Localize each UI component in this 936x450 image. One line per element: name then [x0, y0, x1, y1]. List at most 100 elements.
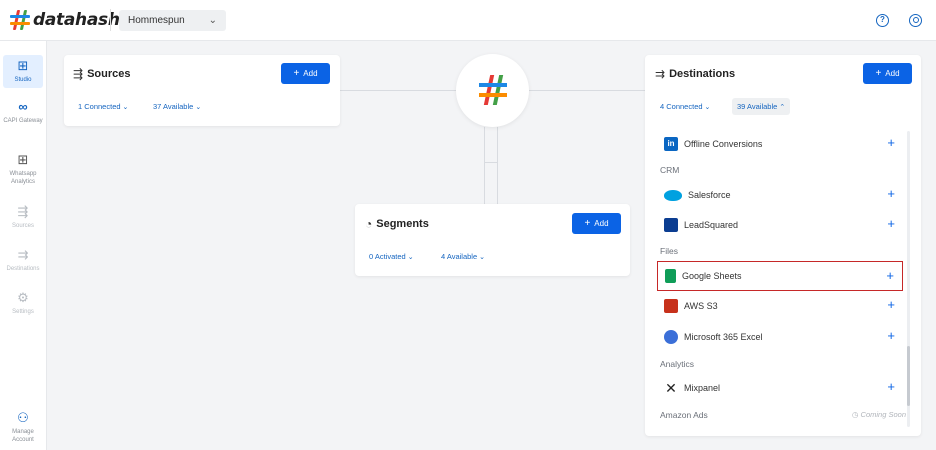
destinations-title-text: Destinations	[669, 68, 736, 80]
help-icon[interactable]: ?	[876, 14, 889, 27]
destinations-add-button[interactable]: + Add	[863, 63, 912, 84]
sidebar-item-label: Settings	[12, 309, 34, 315]
segments-pie-icon: ◔	[365, 217, 373, 231]
sidebar-item-label: Destinations	[6, 266, 40, 272]
destinations-title: ⇉ Destinations	[655, 67, 735, 81]
sources-title-text: Sources	[87, 68, 131, 80]
manage-account-icon: ⚇	[17, 410, 29, 425]
linkedin-icon: in	[664, 137, 678, 151]
header-divider	[110, 9, 111, 31]
logo-text: datahash	[33, 10, 120, 30]
aws-s3-icon	[664, 299, 678, 313]
list-item-salesforce[interactable]: Salesforce +	[657, 184, 903, 206]
chevron-down-icon: ⌄	[195, 104, 202, 111]
destinations-icon: ⇉	[655, 67, 666, 81]
sources-add-button[interactable]: + Add	[281, 63, 330, 84]
plus-icon: +	[584, 218, 591, 229]
add-plus-icon[interactable]: +	[886, 269, 894, 283]
list-item-google-sheets[interactable]: Google Sheets +	[657, 261, 903, 291]
chevron-down-icon: ⌄	[407, 254, 414, 261]
segments-activated-dropdown[interactable]: 0 Activated ⌄	[369, 252, 414, 261]
segments-add-label: Add	[594, 219, 609, 228]
destination-label: Google Sheets	[682, 271, 742, 281]
meta-icon: ∞	[18, 99, 28, 114]
whatsapp-analytics-icon: ⊞	[17, 152, 29, 167]
add-plus-icon[interactable]: +	[887, 136, 895, 150]
destinations-available-text: 39 Available	[737, 102, 778, 111]
destinations-scrollbar[interactable]	[907, 131, 910, 427]
add-plus-icon[interactable]: +	[887, 329, 895, 343]
sources-icon: ⇶	[17, 204, 29, 219]
destinations-connected-dropdown[interactable]: 4 Connected ⌄	[660, 102, 710, 111]
workspace-select[interactable]: Hommespun ⌄	[119, 10, 226, 31]
segments-title-text: Segments	[376, 218, 429, 230]
segments-available-text: 4 Available	[441, 252, 478, 261]
connector-hub-segments-right	[497, 127, 498, 204]
add-plus-icon[interactable]: +	[887, 187, 895, 201]
leadsquared-icon	[664, 218, 678, 232]
destinations-icon: ⇉	[17, 247, 29, 262]
segments-available-dropdown[interactable]: 4 Available ⌄	[441, 252, 485, 261]
segments-activated-text: 0 Activated	[369, 252, 406, 261]
top-bar: datahash Hommespun ⌄ ?	[0, 0, 936, 41]
destination-label: Offline Conversions	[684, 139, 763, 149]
list-item-aws-s3[interactable]: AWS S3 +	[657, 295, 903, 317]
connector-sources-hub	[340, 90, 456, 91]
datahash-hub[interactable]	[456, 54, 529, 127]
add-plus-icon[interactable]: +	[887, 217, 895, 231]
clock-icon: ◷	[851, 410, 859, 419]
segments-card: ◔ Segments + Add 0 Activated ⌄ 4 Available…	[355, 204, 630, 276]
datahash-logo[interactable]: datahash	[9, 8, 120, 32]
chevron-up-icon: ⌃	[779, 104, 786, 111]
plus-icon: +	[875, 68, 882, 79]
salesforce-icon	[664, 189, 682, 201]
sidebar-item-sources[interactable]: ⇶ Sources	[3, 205, 43, 235]
microsoft-365-icon	[664, 330, 678, 344]
sidebar-item-settings[interactable]: ⚙ Settings	[3, 291, 43, 321]
destinations-add-label: Add	[885, 69, 900, 78]
studio-icon: ⊞	[17, 58, 29, 73]
section-label-crm: CRM	[660, 165, 680, 175]
sources-connected-dropdown[interactable]: 1 Connected ⌄	[78, 102, 128, 111]
destinations-list: in Offline Conversions + CRM Salesforce …	[655, 131, 910, 427]
workspace-name: Hommespun	[128, 15, 185, 26]
sidebar-item-capi-gateway[interactable]: ∞ CAPI Gateway	[3, 100, 43, 136]
settings-icon: ⚙	[17, 290, 29, 305]
left-sidebar: ⊞ Studio ∞ CAPI Gateway ⊞ Whatsapp Analy…	[0, 41, 47, 450]
mixpanel-icon: ✕	[665, 380, 677, 396]
sources-card: ⇶ Sources + Add 1 Connected ⌄ 37 Available…	[64, 55, 340, 126]
coming-soon-badge: ◷ Coming Soon	[852, 410, 906, 419]
destination-label: Microsoft 365 Excel	[684, 332, 763, 342]
chevron-down-icon: ⌄	[122, 104, 129, 111]
add-plus-icon[interactable]: +	[887, 298, 895, 312]
chevron-down-icon: ⌄	[479, 254, 486, 261]
destinations-available-dropdown[interactable]: 39 Available ⌃	[732, 98, 791, 115]
connector-hub-segments-left	[484, 127, 485, 204]
destination-label: Salesforce	[688, 190, 731, 200]
coming-soon-text: Coming Soon	[860, 410, 906, 419]
google-sheets-icon	[665, 269, 676, 283]
list-item-leadsquared[interactable]: LeadSquared +	[657, 214, 903, 236]
sources-connected-text: 1 Connected	[78, 102, 121, 111]
sidebar-item-whatsapp-analytics[interactable]: ⊞ Whatsapp Analytics	[3, 153, 43, 189]
sidebar-item-studio[interactable]: ⊞ Studio	[3, 55, 43, 88]
user-account-icon[interactable]	[909, 14, 922, 27]
scrollbar-thumb[interactable]	[907, 346, 910, 406]
datahash-hub-icon	[479, 75, 507, 105]
list-item-offline-conversions[interactable]: in Offline Conversions +	[657, 133, 903, 155]
add-plus-icon[interactable]: +	[887, 380, 895, 394]
connector-hub-destinations	[529, 90, 645, 91]
chevron-down-icon: ⌄	[704, 104, 711, 111]
list-item-mixpanel[interactable]: ✕ Mixpanel +	[657, 377, 903, 399]
sidebar-item-manage-account[interactable]: ⚇ Manage Account	[3, 411, 43, 447]
list-item-microsoft-365-excel[interactable]: Microsoft 365 Excel +	[657, 326, 903, 348]
segments-title: ◔ Segments	[365, 217, 429, 231]
segments-add-button[interactable]: + Add	[572, 213, 621, 234]
sources-available-dropdown[interactable]: 37 Available ⌄	[153, 102, 201, 111]
section-label-amazon-ads: Amazon Ads	[660, 410, 708, 420]
destination-label: AWS S3	[684, 301, 718, 311]
sidebar-item-label: Sources	[11, 223, 34, 229]
destination-label: LeadSquared	[684, 220, 739, 230]
sidebar-item-destinations[interactable]: ⇉ Destinations	[3, 248, 43, 278]
section-label-analytics: Analytics	[660, 359, 695, 369]
